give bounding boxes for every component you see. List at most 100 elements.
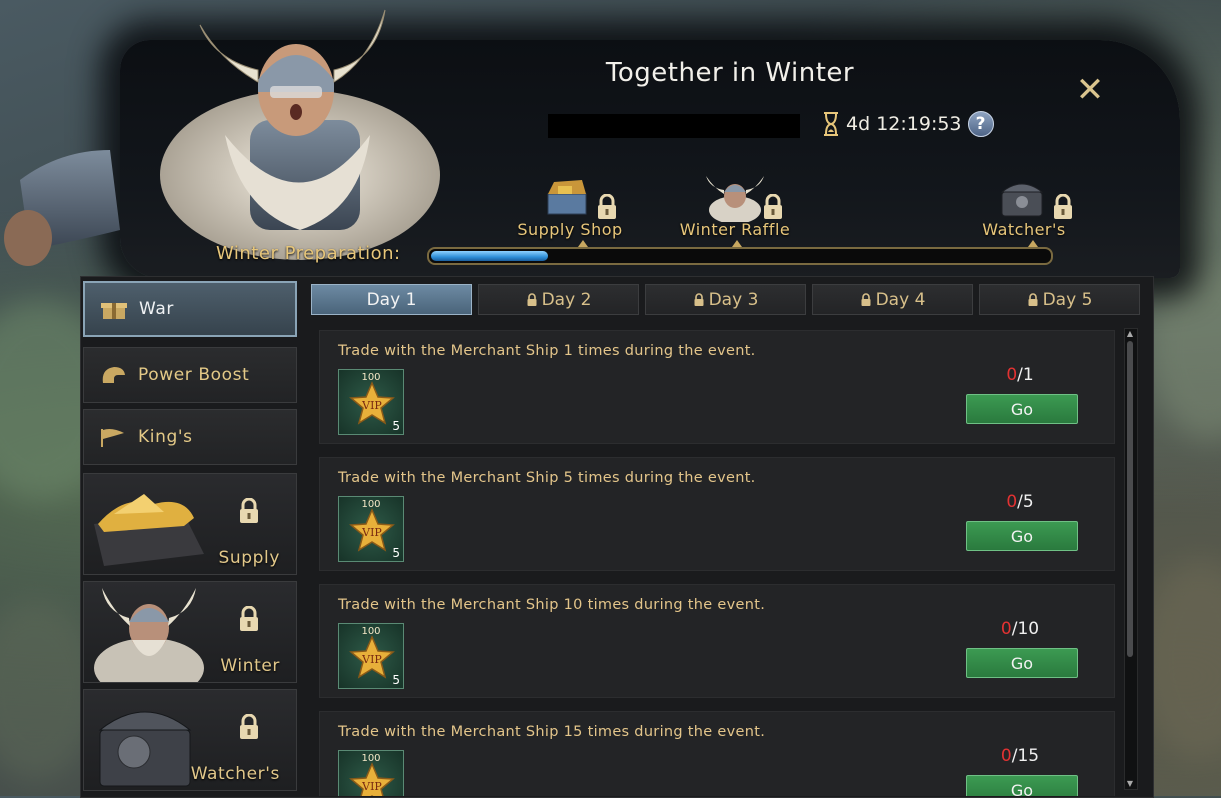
event-title: Together in Winter [605,58,855,88]
milestone-tick [578,240,588,247]
task-progress-current: 0 [1006,365,1018,385]
tab-label: Day 5 [1042,289,1093,310]
scrollbar-thumb[interactable] [1127,341,1133,657]
lock-icon [861,292,871,306]
tab-day-3[interactable]: Day 3 [645,284,806,315]
sidebar-item-label: King's [138,427,193,447]
reward-item[interactable]: 100 VIP 5 [338,750,404,796]
reward-quantity: 5 [392,546,400,560]
task-row: Trade with the Merchant Ship 15 times du… [319,711,1115,796]
milestone-supply-shop[interactable]: Supply Shop [508,176,632,240]
task-progress-target: /1 [1017,365,1034,385]
sidebar-item-power-boost[interactable]: Power Boost [83,347,297,403]
vip-star-icon: VIP [349,381,395,425]
sidebar-card-winter[interactable]: Winter [83,581,297,683]
vip-label: VIP [361,653,382,666]
tab-label: Day 1 [366,289,417,310]
event-header: Together in Winter ✕ 4d 12:19:53 ? Suppl… [0,0,1221,278]
reward-quantity: 5 [392,419,400,433]
task-progress-target: /5 [1017,492,1034,512]
milestone-tick [732,240,742,247]
reward-quantity: 5 [392,673,400,687]
task-progress-target: /10 [1011,619,1040,639]
supply-chest-icon [547,180,587,215]
milestone-label: Supply Shop [517,220,623,239]
milestone-winter-raffle[interactable]: Winter Raffle [672,176,798,240]
task-description: Trade with the Merchant Ship 5 times dur… [338,470,756,486]
tab-label: Day 2 [541,289,592,310]
viking-hero-illustration [4,9,440,266]
scroll-up-icon[interactable]: ▲ [1126,330,1134,338]
vip-star-icon: VIP [349,635,395,679]
milestone-label: Watcher's [982,220,1066,239]
milestone-tick [1028,240,1038,247]
task-progress: 0/15 [965,746,1075,766]
go-button[interactable]: Go [966,775,1078,796]
sidebar-item-label: Power Boost [138,365,250,385]
task-row: Trade with the Merchant Ship 1 times dur… [319,330,1115,444]
task-row: Trade with the Merchant Ship 5 times dur… [319,457,1115,571]
sidebar-card-supply[interactable]: Supply [83,473,297,575]
lock-icon [764,194,782,219]
task-progress-current: 0 [1000,746,1012,766]
task-list[interactable]: Trade with the Merchant Ship 1 times dur… [319,330,1115,796]
tab-label: Day 3 [708,289,759,310]
helmet-icon [102,367,125,383]
gift-icon [101,303,127,319]
sidebar-card-label: Watcher's [190,764,280,784]
sidebar-card-watchers[interactable]: Watcher's [83,689,297,791]
task-progress: 0/10 [965,619,1075,639]
tab-label: Day 4 [875,289,926,310]
vip-star-icon: VIP [349,508,395,552]
task-progress-current: 0 [1006,492,1018,512]
task-list-scrollbar[interactable]: ▲ ▼ [1124,328,1138,790]
tab-day-4[interactable]: Day 4 [812,284,973,315]
sidebar-card-label: Winter [220,656,280,676]
redacted-bar [548,114,800,138]
tab-day-2[interactable]: Day 2 [478,284,639,315]
go-button[interactable]: Go [966,394,1078,424]
vip-label: VIP [361,526,382,539]
vip-star-icon: VIP [349,762,395,796]
preparation-progress-bar [427,247,1053,265]
milestone-label: Winter Raffle [679,220,791,239]
preparation-label: Winter Preparation: [216,243,401,264]
task-progress: 0/5 [965,492,1075,512]
task-description: Trade with the Merchant Ship 15 times du… [338,724,766,740]
lock-icon [527,292,537,306]
reward-item[interactable]: 100 VIP 5 [338,369,404,435]
go-button[interactable]: Go [966,648,1078,678]
day-tabs: Day 1 Day 2 Day 3 Day 4 Day 5 [311,284,1143,316]
sidebar-item-kings[interactable]: King's [83,409,297,465]
help-icon[interactable]: ? [967,111,994,137]
sidebar-card-label: Supply [218,548,280,568]
iron-chest-icon [1000,183,1044,217]
event-timer: 4d 12:19:53 ? [822,110,994,138]
flag-icon [101,429,124,447]
close-icon[interactable]: ✕ [1074,73,1106,107]
sidebar-item-label: War [139,299,174,319]
reward-item[interactable]: 100 VIP 5 [338,623,404,689]
hourglass-icon [824,112,838,136]
tab-day-1[interactable]: Day 1 [311,284,472,315]
milestone-watchers[interactable]: Watcher's [972,176,1076,240]
background-blur [1150,260,1221,440]
lock-icon [598,194,616,219]
lock-icon [240,714,258,739]
lock-icon [240,498,258,523]
lock-icon [1028,292,1038,306]
sidebar-item-war[interactable]: War [83,281,297,337]
task-description: Trade with the Merchant Ship 10 times du… [338,597,766,613]
task-progress-current: 0 [1000,619,1012,639]
lock-icon [1054,194,1072,219]
lock-icon [240,606,258,631]
task-row: Trade with the Merchant Ship 10 times du… [319,584,1115,698]
tab-day-5[interactable]: Day 5 [979,284,1140,315]
reward-item[interactable]: 100 VIP 5 [338,496,404,562]
timer-text: 4d 12:19:53 [846,113,962,135]
go-button[interactable]: Go [966,521,1078,551]
task-description: Trade with the Merchant Ship 1 times dur… [338,343,756,359]
vip-label: VIP [361,399,382,412]
scroll-down-icon[interactable]: ▼ [1126,780,1134,788]
lock-icon [694,292,704,306]
